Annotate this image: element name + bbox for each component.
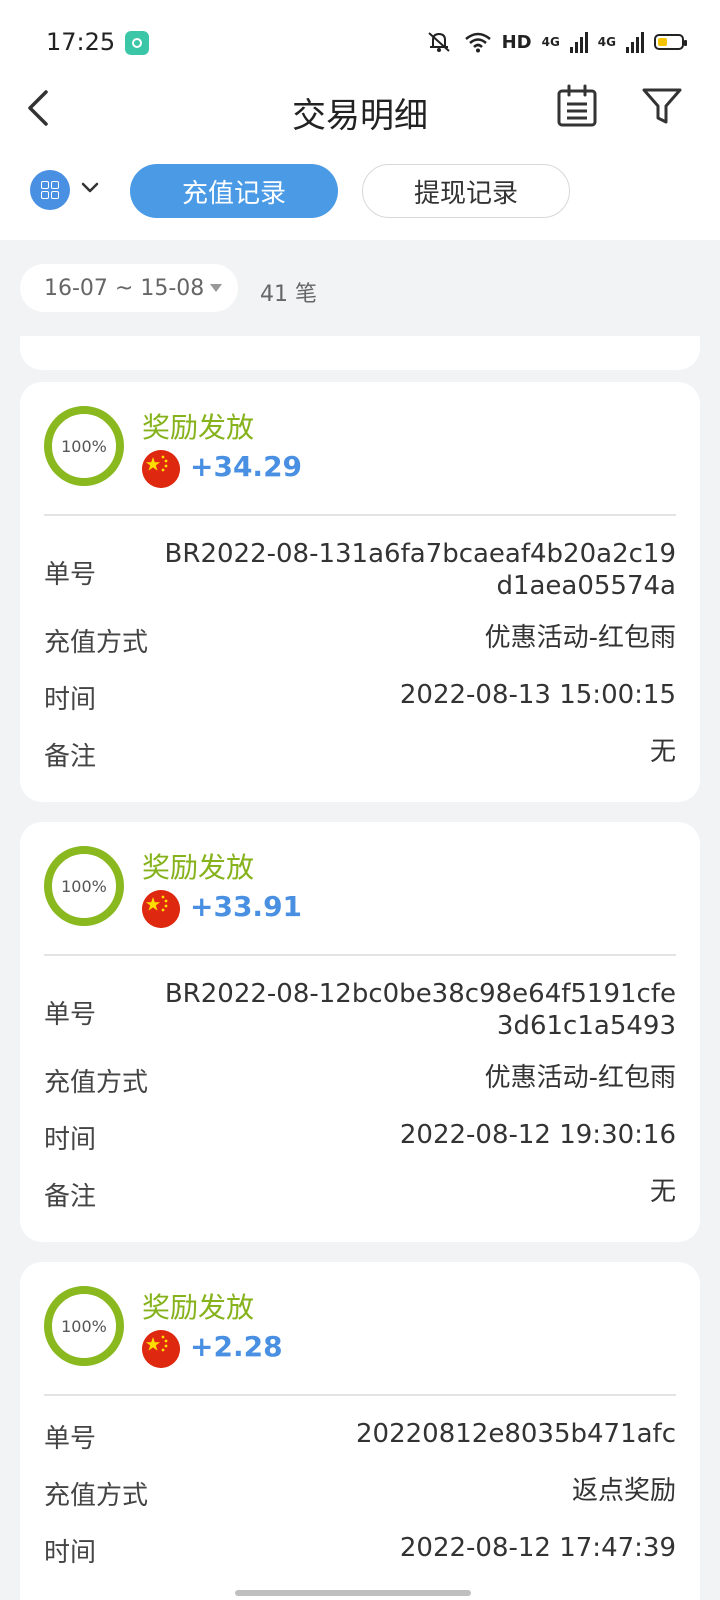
calendar-icon[interactable] — [555, 84, 599, 128]
remark-label: 备注 — [44, 742, 97, 772]
list-item[interactable]: 100% 奖励发放 +33.91 单号 BR2022-08-12bc0be38c… — [20, 822, 700, 1242]
china-flag-icon — [142, 1330, 180, 1368]
time-label: 时间 — [44, 1538, 97, 1568]
record-amount: +34.29 — [190, 450, 303, 483]
method-value: 优惠活动-红包雨 — [484, 1063, 676, 1093]
divider — [44, 954, 676, 956]
record-amount: +2.28 — [190, 1330, 283, 1363]
divider — [44, 514, 676, 516]
tab-withdraw-records[interactable]: 提现记录 — [362, 164, 570, 218]
order-no-value: BR2022-08-131a6fa7bcaeaf4b20a2c19d1aea05… — [164, 539, 676, 601]
app-notification-icon — [125, 31, 149, 55]
list-item[interactable]: 100% 奖励发放 +34.29 单号 BR2022-08-131a6fa7bc… — [20, 382, 700, 802]
progress-ring: 100% — [44, 846, 124, 926]
page-title: 交易明细 — [292, 96, 428, 136]
network-type-1: 4G — [541, 35, 560, 49]
china-flag-icon — [142, 890, 180, 928]
order-no-value: 20220812e8035b471afc — [355, 1419, 676, 1449]
progress-label: 100% — [61, 1316, 107, 1336]
time-label: 时间 — [44, 685, 97, 715]
record-count: 41 笔 — [260, 282, 317, 307]
order-no-label: 单号 — [44, 1424, 97, 1454]
method-value: 返点奖励 — [571, 1476, 676, 1506]
home-indicator[interactable] — [235, 1590, 471, 1596]
method-value: 优惠活动-红包雨 — [484, 623, 676, 653]
time-value: 2022-08-13 15:00:15 — [399, 680, 676, 710]
progress-ring: 100% — [44, 1286, 124, 1366]
filter-funnel-icon[interactable] — [640, 84, 684, 128]
tab-recharge-records[interactable]: 充值记录 — [130, 164, 338, 218]
record-status: 奖励发放 — [142, 851, 255, 884]
caret-down-icon — [210, 284, 222, 292]
remark-value: 无 — [649, 1177, 676, 1207]
mute-bell-icon — [427, 32, 450, 52]
divider — [44, 1394, 676, 1396]
time-value: 2022-08-12 19:30:16 — [399, 1120, 676, 1150]
date-range-text: 16-07 ~ 15-08 — [44, 275, 205, 301]
record-amount: +33.91 — [190, 890, 303, 923]
order-no-row: 单号 BR2022-08-131a6fa7bcaeaf4b20a2c19d1ae… — [44, 538, 676, 604]
remark-value: 无 — [649, 737, 676, 767]
record-tabs: 充值记录 提现记录 — [0, 160, 720, 230]
network-type-2: 4G — [597, 35, 616, 49]
progress-ring: 100% — [44, 406, 124, 486]
method-label: 充值方式 — [44, 1068, 149, 1098]
nav-bar: 交易明细 — [0, 70, 720, 150]
date-range-selector[interactable]: 16-07 ~ 15-08 — [20, 264, 238, 312]
china-flag-icon — [142, 450, 180, 488]
chevron-down-icon — [81, 182, 99, 193]
time-label: 时间 — [44, 1125, 97, 1155]
hd-badge: HD — [501, 31, 532, 53]
grid-icon — [30, 170, 70, 210]
signal-icon-2 — [626, 31, 644, 53]
battery-icon — [654, 34, 687, 50]
status-icons: HD 4G 4G — [424, 30, 687, 54]
record-list: 100% 奖励发放 +34.29 单号 BR2022-08-131a6fa7bc… — [20, 336, 700, 1600]
progress-label: 100% — [61, 876, 107, 896]
time-value: 2022-08-12 17:47:39 — [399, 1533, 676, 1563]
progress-label: 100% — [61, 436, 107, 456]
remark-label: 备注 — [44, 1182, 97, 1212]
method-label: 充值方式 — [44, 1481, 149, 1511]
wifi-icon — [464, 32, 491, 53]
filter-row: 16-07 ~ 15-08 41 笔 — [20, 264, 700, 312]
order-no-row: 单号 BR2022-08-12bc0be38c98e64f5191cfe3d61… — [44, 978, 676, 1044]
back-arrow-icon[interactable] — [18, 86, 62, 130]
top-area: 17:25 HD 4G 4G 交易明细 充值记录 提现记录 — [0, 0, 720, 240]
status-time: 17:25 — [46, 28, 116, 56]
list-item[interactable]: 100% 奖励发放 +2.28 单号 20220812e8035b471afc … — [20, 1262, 700, 1600]
record-status: 奖励发放 — [142, 411, 255, 444]
category-selector[interactable] — [30, 168, 106, 212]
order-no-label: 单号 — [44, 1000, 97, 1030]
method-label: 充值方式 — [44, 628, 149, 658]
list-item — [20, 336, 700, 370]
order-no-label: 单号 — [44, 560, 97, 590]
record-status: 奖励发放 — [142, 1291, 255, 1324]
order-no-value: BR2022-08-12bc0be38c98e64f5191cfe3d61c1a… — [164, 979, 676, 1041]
signal-icon-1 — [569, 31, 588, 53]
